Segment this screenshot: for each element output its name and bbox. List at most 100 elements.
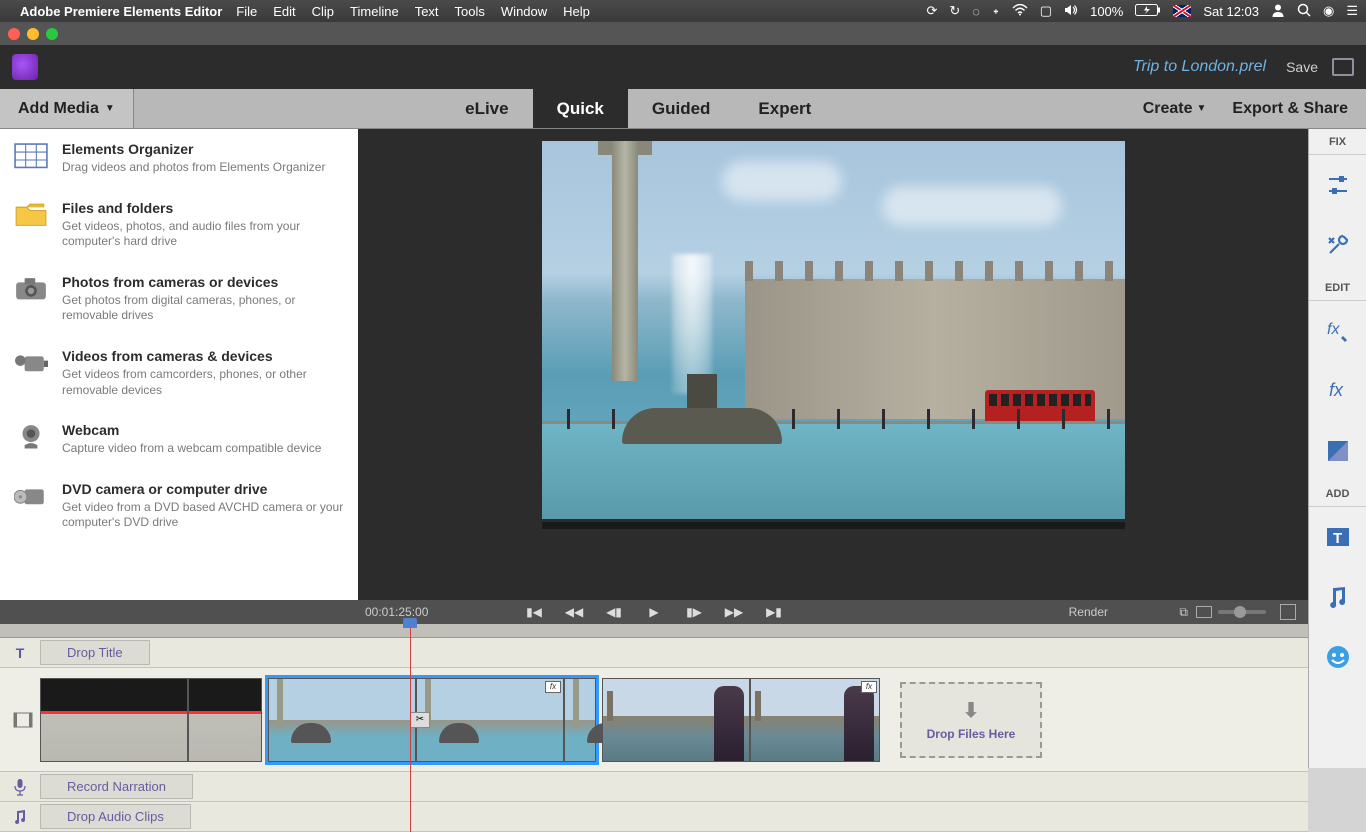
caret-down-icon: ▼ <box>105 103 115 114</box>
marker-button[interactable] <box>1280 604 1296 620</box>
clip-thumbnail: fx <box>416 678 564 762</box>
project-titlebar: Trip to London.prel Save <box>0 45 1366 89</box>
graphics-button[interactable] <box>1318 637 1358 677</box>
minimize-window-button[interactable] <box>27 28 39 40</box>
effects-button[interactable]: fx <box>1318 311 1358 351</box>
clip-thumbnail <box>564 678 596 762</box>
user-icon[interactable] <box>1271 3 1285 20</box>
media-source-dvd[interactable]: DVD camera or computer driveGet video fr… <box>0 469 358 543</box>
goto-start-button[interactable]: ▮◀ <box>527 605 541 619</box>
clip-3[interactable]: fx <box>602 678 880 762</box>
add-media-button[interactable]: Add Media ▼ <box>0 89 134 128</box>
transitions-button[interactable]: fx <box>1318 371 1358 411</box>
caret-down-icon: ▼ <box>1197 103 1207 114</box>
tab-expert[interactable]: Expert <box>734 89 835 128</box>
organizer-icon <box>14 143 48 169</box>
create-button[interactable]: Create▼ <box>1143 100 1207 118</box>
video-preview[interactable] <box>542 141 1125 519</box>
input-source-flag[interactable] <box>1173 5 1191 17</box>
menu-tools[interactable]: Tools <box>455 4 485 19</box>
clock[interactable]: Sat 12:03 <box>1203 4 1259 19</box>
clip-2-selected[interactable]: fx ✂ <box>268 678 596 762</box>
svg-text:fx: fx <box>1329 380 1344 400</box>
close-window-button[interactable] <box>8 28 20 40</box>
title-track: T Drop Title <box>0 638 1308 668</box>
menu-window[interactable]: Window <box>501 4 547 19</box>
playhead-handle[interactable] <box>403 618 417 628</box>
menu-timeline[interactable]: Timeline <box>350 4 399 19</box>
media-source-desc: Get videos, photos, and audio files from… <box>62 219 344 250</box>
macos-menubar: Adobe Premiere Elements Editor File Edit… <box>0 0 1366 22</box>
goto-end-button[interactable]: ▶▮ <box>767 605 781 619</box>
wifi-icon[interactable] <box>1012 4 1028 19</box>
record-narration-button[interactable]: Record Narration <box>40 774 193 799</box>
chat-icon[interactable]: ◌ <box>972 4 980 19</box>
adjust-button[interactable] <box>1318 165 1358 205</box>
media-source-photos[interactable]: Photos from cameras or devicesGet photos… <box>0 262 358 336</box>
folder-icon <box>14 202 48 228</box>
menu-text[interactable]: Text <box>415 4 439 19</box>
drop-files-area[interactable]: ⬇ Drop Files Here <box>900 682 1042 758</box>
tab-elive[interactable]: eLive <box>441 89 532 128</box>
media-source-desc: Get photos from digital cameras, phones,… <box>62 293 344 324</box>
sync-icon[interactable]: ⟳ <box>926 3 937 19</box>
window-controls <box>0 22 1366 45</box>
media-source-organizer[interactable]: Elements OrganizerDrag videos and photos… <box>0 129 358 188</box>
bluetooth-icon[interactable]: ᛭ <box>992 4 1000 19</box>
media-source-title: Files and folders <box>62 200 344 216</box>
media-source-title: Webcam <box>62 422 321 438</box>
playhead-line <box>410 624 411 832</box>
zoom-slider[interactable] <box>1218 610 1266 614</box>
battery-icon[interactable] <box>1135 4 1161 19</box>
music-button[interactable] <box>1318 577 1358 617</box>
titles-button[interactable]: T <box>1318 517 1358 557</box>
preview-pane <box>358 129 1308 600</box>
fullscreen-button[interactable] <box>1332 58 1354 76</box>
time-machine-icon[interactable]: ↻ <box>949 3 960 19</box>
export-share-button[interactable]: Export & Share <box>1232 100 1348 118</box>
app-name[interactable]: Adobe Premiere Elements Editor <box>20 4 222 19</box>
step-back-button[interactable]: ◀▮ <box>607 605 621 619</box>
drop-title-area[interactable]: Drop Title <box>40 640 150 665</box>
volume-icon[interactable] <box>1064 4 1078 19</box>
play-button[interactable]: ▶ <box>647 605 661 619</box>
media-source-videos[interactable]: Videos from cameras & devicesGet videos … <box>0 336 358 410</box>
transport-bar: 00:01:25:00 ▮◀ ◀◀ ◀▮ ▶ ▮▶ ▶▶ ▶▮ Render ⧉ <box>0 600 1308 624</box>
clip-thumbnail <box>268 678 416 762</box>
media-source-desc: Capture video from a webcam compatible d… <box>62 441 321 457</box>
clip-1[interactable] <box>40 678 262 762</box>
split-clip-button[interactable]: ✂ <box>410 712 430 728</box>
spotlight-icon[interactable] <box>1297 3 1311 20</box>
menu-file[interactable]: File <box>236 4 257 19</box>
tools-button[interactable] <box>1318 225 1358 265</box>
menu-help[interactable]: Help <box>563 4 590 19</box>
view-mode-button[interactable] <box>1196 606 1212 618</box>
zoom-window-button[interactable] <box>46 28 58 40</box>
audio-track: Drop Audio Clips <box>0 802 1308 832</box>
timecode-display[interactable]: 00:01:25:00 <box>365 605 428 619</box>
fx-badge: fx <box>861 681 877 693</box>
fix-header: FIX <box>1309 129 1366 155</box>
safe-margins-button[interactable]: ⧉ <box>1179 605 1188 620</box>
dvd-camera-icon <box>14 483 48 509</box>
step-forward-button[interactable]: ▮▶ <box>687 605 701 619</box>
save-button[interactable]: Save <box>1286 59 1318 75</box>
media-source-webcam[interactable]: Webcam Capture video from a webcam compat… <box>0 410 358 469</box>
menu-edit[interactable]: Edit <box>273 4 295 19</box>
webcam-icon <box>14 424 48 450</box>
siri-icon[interactable]: ◉ <box>1323 3 1334 19</box>
render-button[interactable]: Render <box>1069 605 1108 619</box>
scrub-bar[interactable] <box>542 522 1125 529</box>
media-source-files[interactable]: Files and folders Get videos, photos, and… <box>0 188 358 262</box>
tab-quick[interactable]: Quick <box>533 89 628 128</box>
tab-guided[interactable]: Guided <box>628 89 735 128</box>
video-track[interactable]: fx ✂ fx ⬇ Drop Files Here <box>0 668 1308 772</box>
rewind-button[interactable]: ◀◀ <box>567 605 581 619</box>
menu-clip[interactable]: Clip <box>312 4 334 19</box>
notification-center-icon[interactable]: ☰ <box>1346 3 1358 19</box>
timeline-ruler[interactable] <box>0 624 1308 638</box>
drop-audio-area[interactable]: Drop Audio Clips <box>40 804 191 829</box>
color-button[interactable] <box>1318 431 1358 471</box>
fast-forward-button[interactable]: ▶▶ <box>727 605 741 619</box>
airplay-icon[interactable]: ▢ <box>1040 3 1052 19</box>
